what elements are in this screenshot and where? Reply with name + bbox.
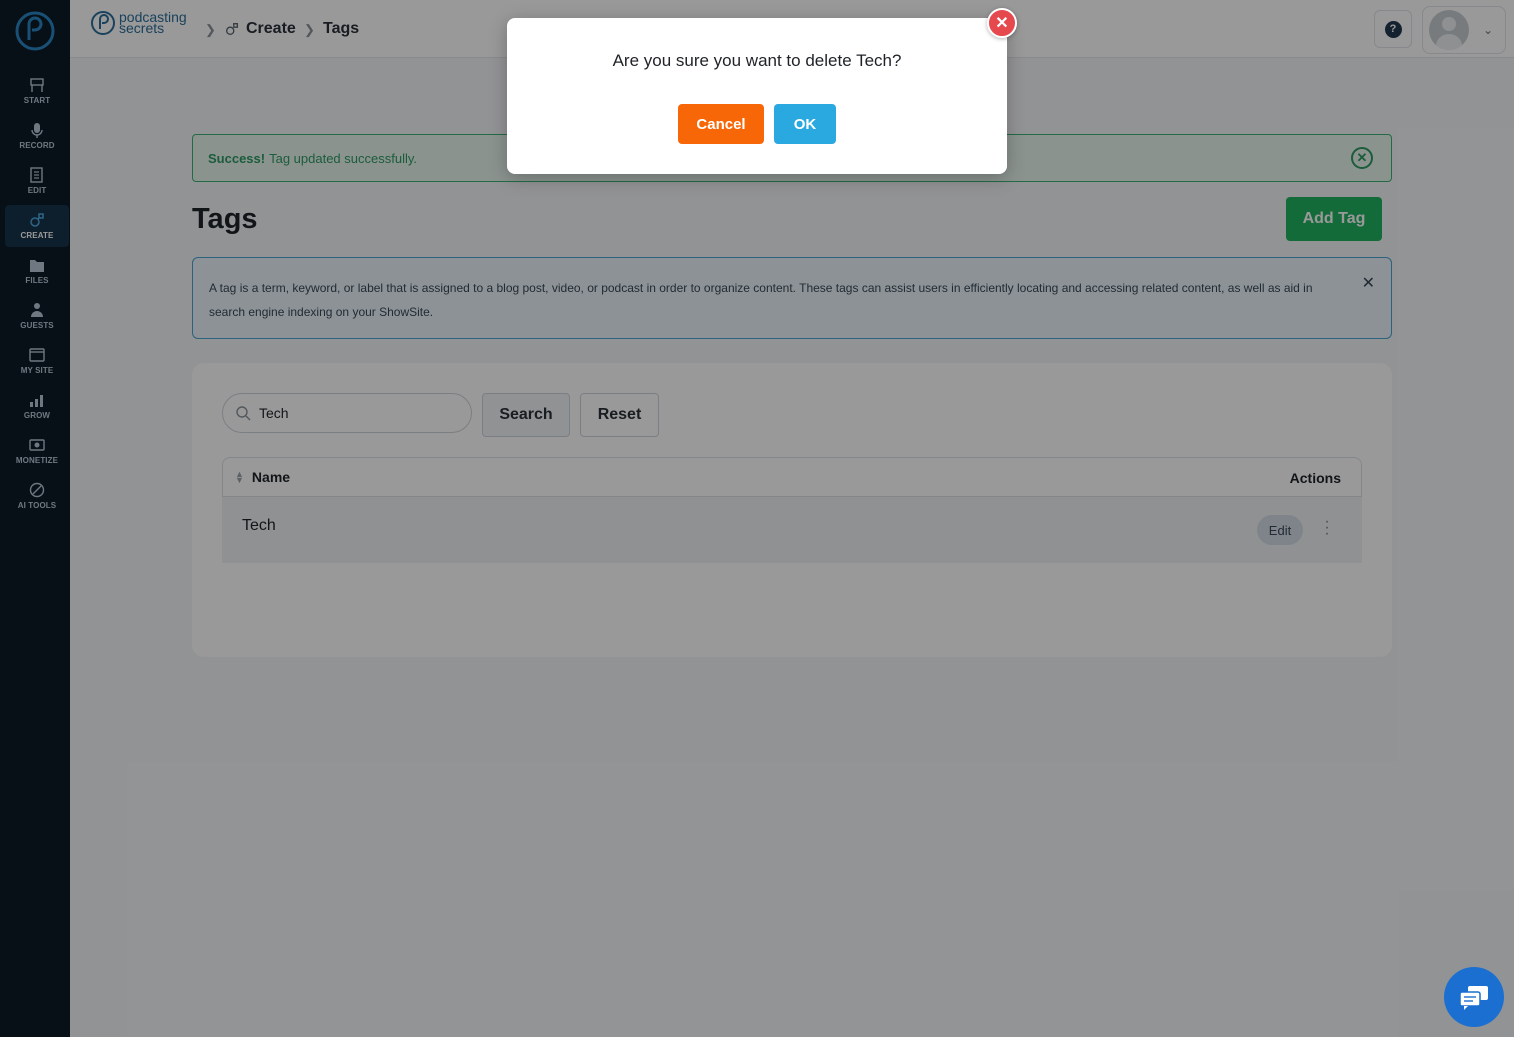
delete-confirm-dialog: Are you sure you want to delete Tech? Ca… [507,18,1007,174]
dialog-question: Are you sure you want to delete Tech? [612,51,902,70]
ok-button[interactable]: OK [774,104,836,144]
cancel-button[interactable]: Cancel [678,104,764,144]
close-icon[interactable]: ✕ [987,8,1017,38]
chat-icon [1459,986,1488,1010]
chat-widget-button[interactable] [1444,967,1504,1027]
